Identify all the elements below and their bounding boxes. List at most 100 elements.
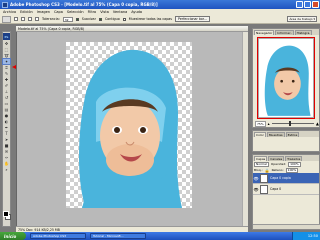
slice-tool-icon[interactable]: ✎: [3, 71, 10, 76]
menu-ayuda[interactable]: Ayuda: [131, 10, 142, 14]
contiguous-label: Contiguo: [104, 17, 120, 21]
navigator-zoom-slider[interactable]: [271, 121, 314, 126]
menu-vista[interactable]: Vista: [100, 10, 109, 14]
crop-tool-icon[interactable]: ⌗: [3, 65, 10, 70]
eraser-tool-icon[interactable]: ▭: [3, 101, 10, 106]
clone-stamp-icon[interactable]: ⊥: [3, 89, 10, 94]
navigator-view-box[interactable]: [257, 37, 315, 119]
window-title: Adobe Photoshop CS3 - [Modelo.tif al 75%…: [10, 2, 158, 7]
lock-label: Bloq.:: [254, 168, 263, 172]
menu-capa[interactable]: Capa: [54, 10, 63, 14]
layer-row-capa-0-copia[interactable]: 👁 Capa 0 copia: [253, 173, 319, 184]
image-canvas[interactable]: [66, 42, 192, 208]
tab-navigator[interactable]: Navegador: [254, 30, 275, 35]
start-button[interactable]: Inicio: [0, 232, 26, 240]
type-tool-icon[interactable]: T: [3, 131, 10, 136]
lasso-tool-icon[interactable]: ➰: [3, 53, 10, 58]
blur-tool-icon[interactable]: ●: [3, 113, 10, 118]
navigator-zoom: 75% ▴ ▲: [255, 120, 319, 127]
zoom-in-icon[interactable]: ▲: [316, 121, 319, 126]
fill-input[interactable]: 100%: [285, 167, 299, 173]
magic-wand-tool-icon[interactable]: ✦: [2, 58, 11, 65]
intersect-selection-icon[interactable]: [35, 17, 39, 21]
tab-layers[interactable]: Capas: [254, 156, 268, 161]
workspace-button[interactable]: Área de trabajo ▾: [287, 16, 317, 22]
lock-icon[interactable]: 🔒: [265, 168, 270, 173]
taskbar: Inicio Adobe Photoshop CS3 Tutorial - Mi…: [0, 232, 320, 240]
new-selection-icon[interactable]: [14, 17, 18, 21]
system-tray: 12:50: [292, 232, 320, 240]
sample-all-layers-label: Muestrear todas las capas: [128, 17, 173, 21]
taskbar-item-tutorial[interactable]: Tutorial - Microsoft...: [90, 233, 146, 239]
fill-label: Relleno:: [271, 168, 284, 172]
layer-row-capa-0[interactable]: 👁 Capa 0: [253, 184, 319, 195]
navigator-panel: Navegador Informac. Histogra. 75% ▴ ▲: [252, 28, 320, 128]
eye-icon[interactable]: 👁: [253, 187, 258, 192]
refine-edge-button[interactable]: Perfeccionar bor...: [175, 16, 210, 22]
vertical-scrollbar[interactable]: [242, 32, 248, 226]
color-tabs: Color Muestras Estilos: [253, 131, 319, 137]
tab-paths[interactable]: Trazados: [285, 156, 303, 161]
history-brush-icon[interactable]: ↺: [3, 95, 10, 100]
toolbox: Ps ✥ ⬚ ➰ ✦ ⌗ ✎ ✚ ✐ ⊥ ↺ ▭ ▤ ● ◐ ✒ T ➤ ■ ✉…: [2, 31, 11, 227]
blend-mode-select[interactable]: Normal: [254, 161, 269, 167]
zoom-slider-knob[interactable]: [288, 121, 291, 126]
menu-archivo[interactable]: Archivo: [3, 10, 16, 14]
antialias-checkbox[interactable]: [75, 17, 79, 21]
clock: 12:50: [307, 234, 318, 238]
taskbar-item-photoshop[interactable]: Adobe Photoshop CS3: [30, 233, 86, 239]
options-bar: Tolerancia: 32 Suavizar Contiguo Muestre…: [0, 15, 320, 24]
zoom-out-icon[interactable]: ▴: [268, 121, 270, 126]
menu-imagen[interactable]: Imagen: [37, 10, 50, 14]
opacity-input[interactable]: 100%: [288, 161, 301, 167]
subtract-selection-icon[interactable]: [28, 17, 32, 21]
notes-tool-icon[interactable]: ✉: [3, 149, 10, 154]
ps-logo-icon: Ps: [3, 33, 10, 40]
navigator-tabs: Navegador Informac. Histogra.: [253, 29, 319, 35]
contiguous-checkbox[interactable]: [98, 17, 102, 21]
marquee-tool-icon[interactable]: ⬚: [3, 47, 10, 52]
close-button[interactable]: [312, 1, 319, 8]
eye-icon[interactable]: 👁: [253, 176, 258, 181]
navigator-zoom-value[interactable]: 75%: [255, 120, 266, 127]
tolerance-input[interactable]: 32: [62, 16, 73, 22]
add-selection-icon[interactable]: [21, 17, 25, 21]
menu-filtro[interactable]: Filtro: [88, 10, 97, 14]
tab-styles[interactable]: Estilos: [285, 132, 300, 137]
document-title[interactable]: Modelo.tif al 75% (Capa 0 copia, RGB/8): [16, 26, 248, 32]
healing-brush-icon[interactable]: ✚: [3, 77, 10, 82]
layer-thumbnail: [260, 184, 268, 194]
antialias-label: Suavizar: [81, 17, 96, 21]
hand-tool-icon[interactable]: ✋: [3, 161, 10, 166]
menu-ventana[interactable]: Ventana: [113, 10, 127, 14]
brush-tool-icon[interactable]: ✐: [3, 83, 10, 88]
sample-all-layers-checkbox[interactable]: [122, 17, 126, 21]
color-panel: Color Muestras Estilos: [252, 130, 320, 152]
layer-thumbnail: [260, 173, 268, 183]
pen-tool-icon[interactable]: ✒: [3, 125, 10, 130]
photoshop-app-icon: [2, 1, 8, 8]
layers-panel: Capas Canales Trazados Normal Opacidad: …: [252, 154, 320, 230]
shape-tool-icon[interactable]: ■: [3, 143, 10, 148]
tab-channels[interactable]: Canales: [268, 156, 285, 161]
minimize-button[interactable]: [296, 1, 303, 8]
layer-name: Capa 0: [270, 187, 282, 191]
tool-preset-picker[interactable]: [2, 15, 11, 23]
path-selection-icon[interactable]: ➤: [3, 137, 10, 142]
move-tool-icon[interactable]: ✥: [3, 41, 10, 46]
tolerance-label: Tolerancia:: [42, 17, 60, 21]
zoom-tool-icon[interactable]: ⌕: [3, 167, 10, 172]
gradient-tool-icon[interactable]: ▤: [3, 107, 10, 112]
menu-seleccion[interactable]: Selección: [67, 10, 84, 14]
layers-bottom-toolbar: [253, 224, 320, 229]
foreground-color-swatch[interactable]: [3, 211, 9, 217]
dodge-tool-icon[interactable]: ◐: [3, 119, 10, 124]
tab-histogram[interactable]: Histogra.: [294, 30, 313, 35]
eyedropper-tool-icon[interactable]: ✑: [3, 155, 10, 160]
tab-info[interactable]: Informac.: [275, 30, 294, 35]
layer-name: Capa 0 copia: [270, 176, 291, 180]
maximize-button[interactable]: [304, 1, 311, 8]
menu-edicion[interactable]: Edición: [20, 10, 33, 14]
tab-color[interactable]: Color: [254, 132, 266, 137]
tab-swatches[interactable]: Muestras: [266, 132, 285, 137]
